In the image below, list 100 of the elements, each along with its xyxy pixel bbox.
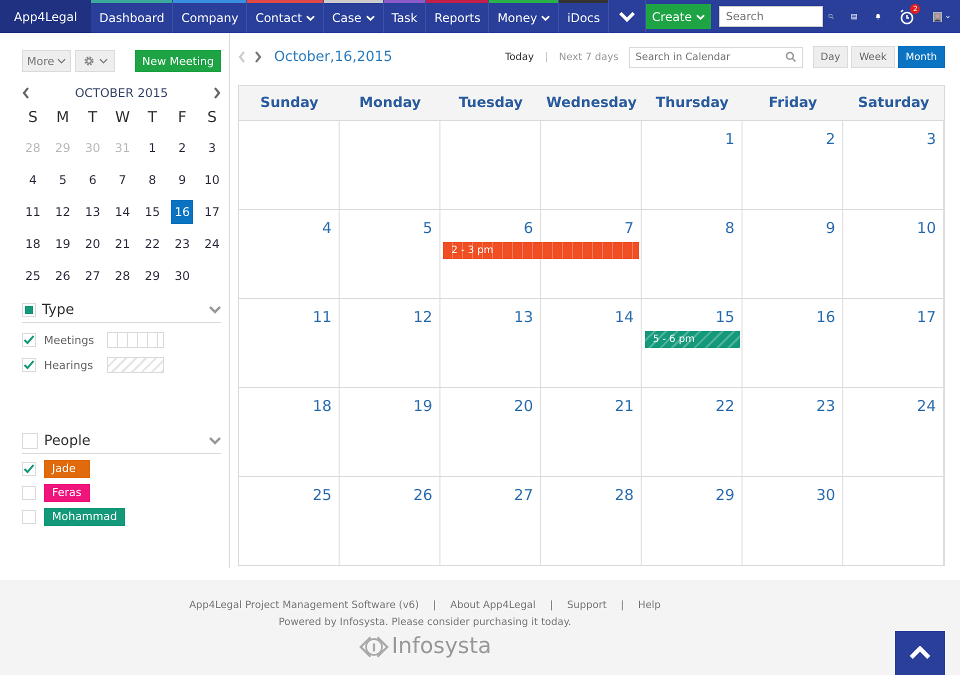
day-number: 17 — [916, 308, 936, 326]
footer-link[interactable]: App4Legal Project Management Software (v6) — [189, 600, 419, 611]
more-button[interactable]: More — [22, 50, 72, 72]
day-number: 19 — [413, 397, 432, 415]
day-number: 13 — [514, 308, 534, 326]
search-icon[interactable] — [784, 50, 796, 62]
mini-calendar-day[interactable]: 13 — [82, 200, 104, 224]
company-logo: Infosysta — [392, 634, 492, 659]
nav-tab[interactable]: Dashboard — [91, 0, 174, 33]
mini-calendar-day[interactable]: 2 — [171, 136, 194, 160]
mini-calendar-day[interactable]: 20 — [82, 232, 104, 256]
mini-calendar-day[interactable]: 18 — [22, 232, 44, 256]
mini-calendar-day[interactable]: 5 — [52, 168, 74, 192]
mini-calendar-day[interactable]: 27 — [82, 264, 104, 288]
footer-link[interactable]: Help — [638, 600, 661, 611]
view-tab[interactable]: Week — [851, 46, 895, 68]
day-number: 12 — [413, 308, 432, 326]
mini-calendar-day[interactable]: 1 — [141, 136, 164, 160]
type-checkbox[interactable] — [22, 303, 36, 317]
weekday-header: Friday — [768, 95, 818, 111]
mini-calendar-day[interactable]: 19 — [52, 232, 74, 256]
mini-calendar-day[interactable]: 16 — [171, 200, 194, 224]
today-link[interactable]: Today — [504, 52, 534, 62]
weekday-label: S — [27, 108, 39, 128]
day-number: 27 — [514, 486, 534, 504]
chevron-down-icon[interactable] — [209, 306, 221, 314]
mini-calendar-day[interactable]: 3 — [201, 136, 223, 160]
mini-calendar-day[interactable]: 4 — [22, 168, 44, 192]
view-tab[interactable]: Day — [812, 46, 848, 68]
calendar-search-field[interactable]: Search in Calendar — [628, 46, 802, 68]
weekday-header: Saturday — [857, 95, 930, 111]
chevron-down-icon[interactable] — [209, 437, 221, 445]
event-bar[interactable]: 2 - 3 pm — [443, 242, 639, 259]
mini-calendar-day[interactable]: 8 — [141, 168, 164, 192]
chevron-left-icon[interactable] — [22, 87, 30, 99]
mini-calendar-day[interactable]: 7 — [112, 168, 134, 192]
nav-tab[interactable]: Contact — [247, 0, 324, 33]
event-bar[interactable]: 5 - 6 pm — [644, 331, 740, 348]
nav-tab[interactable]: Reports — [426, 0, 490, 33]
nav-tab[interactable]: Case — [324, 0, 384, 33]
day-number: 9 — [826, 219, 836, 237]
mini-calendar-day[interactable]: 21 — [112, 232, 134, 256]
mini-calendar-day[interactable]: 30 — [171, 264, 194, 288]
mini-calendar-day[interactable]: 12 — [52, 200, 74, 224]
weekday-label: W — [114, 108, 131, 128]
section-title: People — [44, 433, 91, 449]
mini-calendar-day[interactable]: 14 — [112, 200, 134, 224]
checkbox[interactable] — [22, 358, 36, 372]
gear-icon — [82, 54, 96, 68]
weekday-label: M — [55, 108, 70, 128]
mini-calendar-day[interactable]: 11 — [22, 200, 44, 224]
people-checkbox[interactable] — [22, 433, 38, 449]
mini-calendar-day[interactable]: 15 — [141, 200, 164, 224]
mini-calendar-day[interactable]: 26 — [52, 264, 74, 288]
mini-calendar-day[interactable]: 10 — [201, 168, 223, 192]
footer-link[interactable]: About App4Legal — [450, 600, 536, 611]
logo-icon — [358, 634, 389, 658]
footer-link[interactable]: Support — [567, 600, 607, 611]
nav-tab[interactable]: Task — [384, 0, 426, 33]
day-number: 21 — [614, 397, 634, 415]
day-number: 6 — [524, 219, 534, 237]
checkbox[interactable] — [22, 333, 36, 347]
weekday-label: S — [206, 108, 218, 128]
caret-icon — [57, 58, 66, 64]
check-icon — [23, 359, 35, 371]
day-number: 22 — [715, 397, 735, 415]
view-tab[interactable]: Month — [898, 46, 945, 68]
mini-calendar-day[interactable]: 29 — [141, 264, 164, 288]
separator: | — [432, 600, 436, 611]
search-field[interactable]: Search — [718, 6, 823, 27]
day-number: 28 — [614, 486, 634, 504]
checkbox[interactable] — [22, 486, 36, 500]
app-logo[interactable]: App4Legal — [0, 0, 92, 33]
alarm-clock-icon[interactable] — [899, 8, 916, 24]
mini-calendar-day[interactable]: 25 — [22, 264, 44, 288]
day-number: 25 — [312, 486, 332, 504]
mini-calendar-day[interactable]: 6 — [82, 168, 104, 192]
chevron-right-icon[interactable] — [254, 51, 262, 63]
mini-calendar-day[interactable]: 28 — [112, 264, 134, 288]
nav-tab[interactable]: Money — [489, 0, 560, 33]
mini-calendar-day[interactable]: 22 — [141, 232, 164, 256]
mini-calendar-day[interactable]: 24 — [201, 232, 223, 256]
checkbox-label: Hearings — [44, 358, 94, 372]
check-icon — [23, 463, 35, 475]
weekday-label: F — [176, 108, 188, 128]
checkbox[interactable] — [22, 462, 36, 476]
chevron-right-icon[interactable] — [212, 87, 221, 99]
nav-tab[interactable]: iDocs — [559, 0, 610, 33]
checkbox[interactable] — [22, 510, 36, 524]
day-number: 23 — [816, 397, 836, 415]
day-number: 10 — [916, 219, 936, 237]
settings-button[interactable] — [75, 50, 116, 72]
scroll-to-top-button[interactable] — [895, 631, 945, 675]
mini-calendar-day[interactable]: 9 — [171, 168, 194, 192]
nav-tab[interactable]: Company — [173, 0, 248, 33]
mini-calendar-day[interactable]: 23 — [171, 232, 194, 256]
day-number: 14 — [614, 308, 634, 326]
caret-icon[interactable] — [946, 14, 950, 20]
day-number: 29 — [715, 486, 735, 504]
mini-calendar-day[interactable]: 17 — [201, 200, 223, 224]
